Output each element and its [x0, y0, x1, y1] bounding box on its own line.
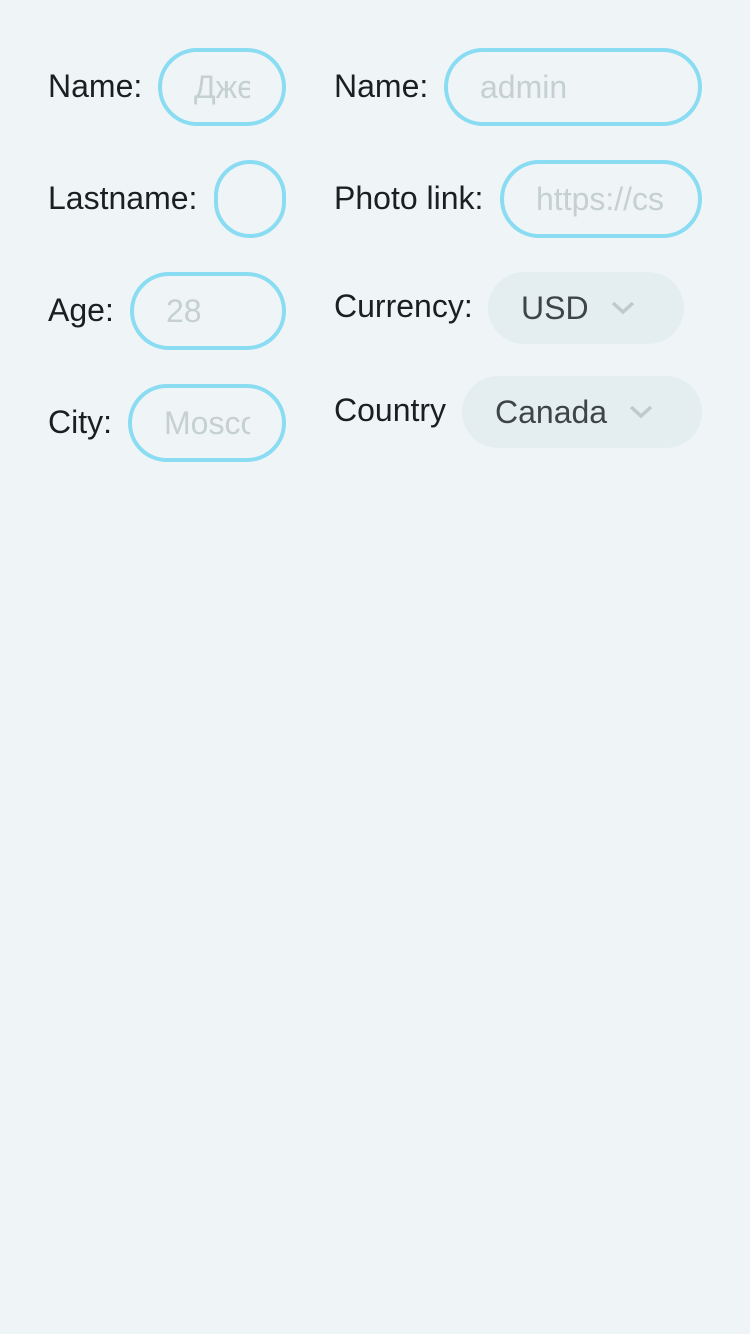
country-select[interactable]: Canada — [462, 376, 702, 448]
lastname-input[interactable] — [214, 160, 286, 238]
username-label: Name: — [334, 68, 429, 104]
currency-select[interactable]: USD — [488, 272, 684, 344]
name-label: Name: — [48, 68, 143, 104]
lastname-label: Lastname: — [48, 180, 198, 216]
photo-link-label: Photo link: — [334, 180, 484, 216]
country-value: Canada — [495, 393, 608, 430]
username-input[interactable] — [444, 48, 702, 126]
age-label: Age: — [48, 292, 114, 328]
chevron-down-icon — [611, 301, 634, 315]
currency-value: USD — [521, 289, 589, 326]
name-input[interactable] — [158, 48, 286, 126]
country-label: Country — [334, 392, 447, 428]
city-label: City: — [48, 404, 112, 440]
age-input[interactable] — [130, 272, 286, 350]
city-input[interactable] — [128, 384, 286, 462]
photo-link-input[interactable] — [500, 160, 702, 238]
currency-label: Currency: — [334, 288, 473, 324]
chevron-down-icon — [629, 405, 653, 419]
